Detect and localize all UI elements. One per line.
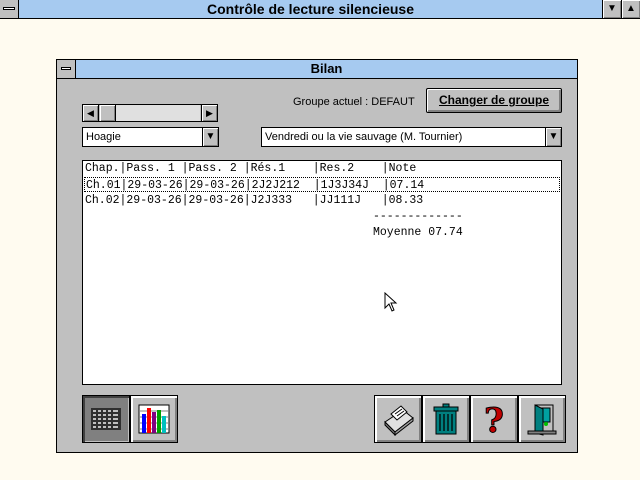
dialog-title: Bilan xyxy=(310,61,343,76)
chart-view-button[interactable] xyxy=(130,395,178,443)
book-select[interactable]: Vendredi ou la vie sauvage (M. Tournier)… xyxy=(261,127,562,147)
results-list[interactable]: Chap.|Pass. 1 |Pass. 2 |Rés.1 |Res.2 |No… xyxy=(82,160,562,385)
help-button[interactable]: ? xyxy=(470,395,518,443)
results-average: Moyenne 07.74 xyxy=(373,226,463,239)
print-button[interactable] xyxy=(374,395,422,443)
list-view-button[interactable] xyxy=(82,395,130,443)
delete-button[interactable] xyxy=(422,395,470,443)
student-dropdown-button[interactable]: ▼ xyxy=(202,128,218,146)
results-header: Chap.|Pass. 1 |Pass. 2 |Rés.1 |Res.2 |No… xyxy=(85,162,417,175)
chevron-down-icon: ▼ xyxy=(548,131,559,142)
exit-button[interactable] xyxy=(518,395,566,443)
app-titlebar: Contrôle de lecture silencieuse ▼ ▲ xyxy=(0,0,640,19)
scroll-right-button[interactable]: ▶ xyxy=(201,105,217,121)
scroll-thumb[interactable] xyxy=(100,105,116,121)
results-separator: ------------- xyxy=(373,210,463,223)
bilan-dialog: Bilan ◀ ▶ Groupe actuel : DEFAUT Changer… xyxy=(56,59,578,453)
app-title: Contrôle de lecture silencieuse xyxy=(207,1,414,17)
student-select-value: Hoagie xyxy=(86,131,121,143)
list-item[interactable]: Ch.02|29-03-26|29-03-26|J2J333 |JJ111J |… xyxy=(84,193,423,208)
arrow-right-icon: ▶ xyxy=(206,108,213,118)
bar-chart-icon xyxy=(138,404,170,434)
system-menu-icon xyxy=(3,7,15,10)
dialog-titlebar: Bilan xyxy=(57,60,577,79)
current-group-label: Groupe actuel : DEFAUT xyxy=(293,96,415,108)
scroll-track[interactable] xyxy=(100,105,200,121)
help-icon: ? xyxy=(484,402,505,436)
student-scrollbar[interactable]: ◀ ▶ xyxy=(82,104,218,122)
arrow-left-icon: ◀ xyxy=(87,108,94,118)
change-group-button[interactable]: Changer de groupe xyxy=(426,88,562,113)
maximize-button[interactable]: ▲ xyxy=(621,0,640,18)
minimize-button[interactable]: ▼ xyxy=(602,0,621,18)
app-system-menu-button[interactable] xyxy=(0,0,19,18)
dialog-system-menu-button[interactable] xyxy=(57,60,76,78)
list-view-icon xyxy=(91,408,121,430)
trash-icon xyxy=(433,403,459,435)
scroll-left-button[interactable]: ◀ xyxy=(83,105,99,121)
chevron-down-icon: ▼ xyxy=(205,131,216,142)
printer-icon xyxy=(384,405,414,436)
list-item[interactable]: Ch.01|29-03-26|29-03-26|2J2J212 |1J3J34J… xyxy=(84,177,560,192)
svg-text:?: ? xyxy=(484,402,504,436)
book-select-value: Vendredi ou la vie sauvage (M. Tournier) xyxy=(265,131,463,143)
mouse-pointer-icon xyxy=(384,292,398,312)
exit-door-icon xyxy=(527,404,557,436)
minimize-icon: ▼ xyxy=(607,3,617,14)
change-group-label: Changer de groupe xyxy=(438,93,549,107)
book-dropdown-button[interactable]: ▼ xyxy=(545,128,561,146)
system-menu-icon xyxy=(61,67,71,70)
maximize-icon: ▲ xyxy=(626,3,636,14)
student-select[interactable]: Hoagie ▼ xyxy=(82,127,219,147)
